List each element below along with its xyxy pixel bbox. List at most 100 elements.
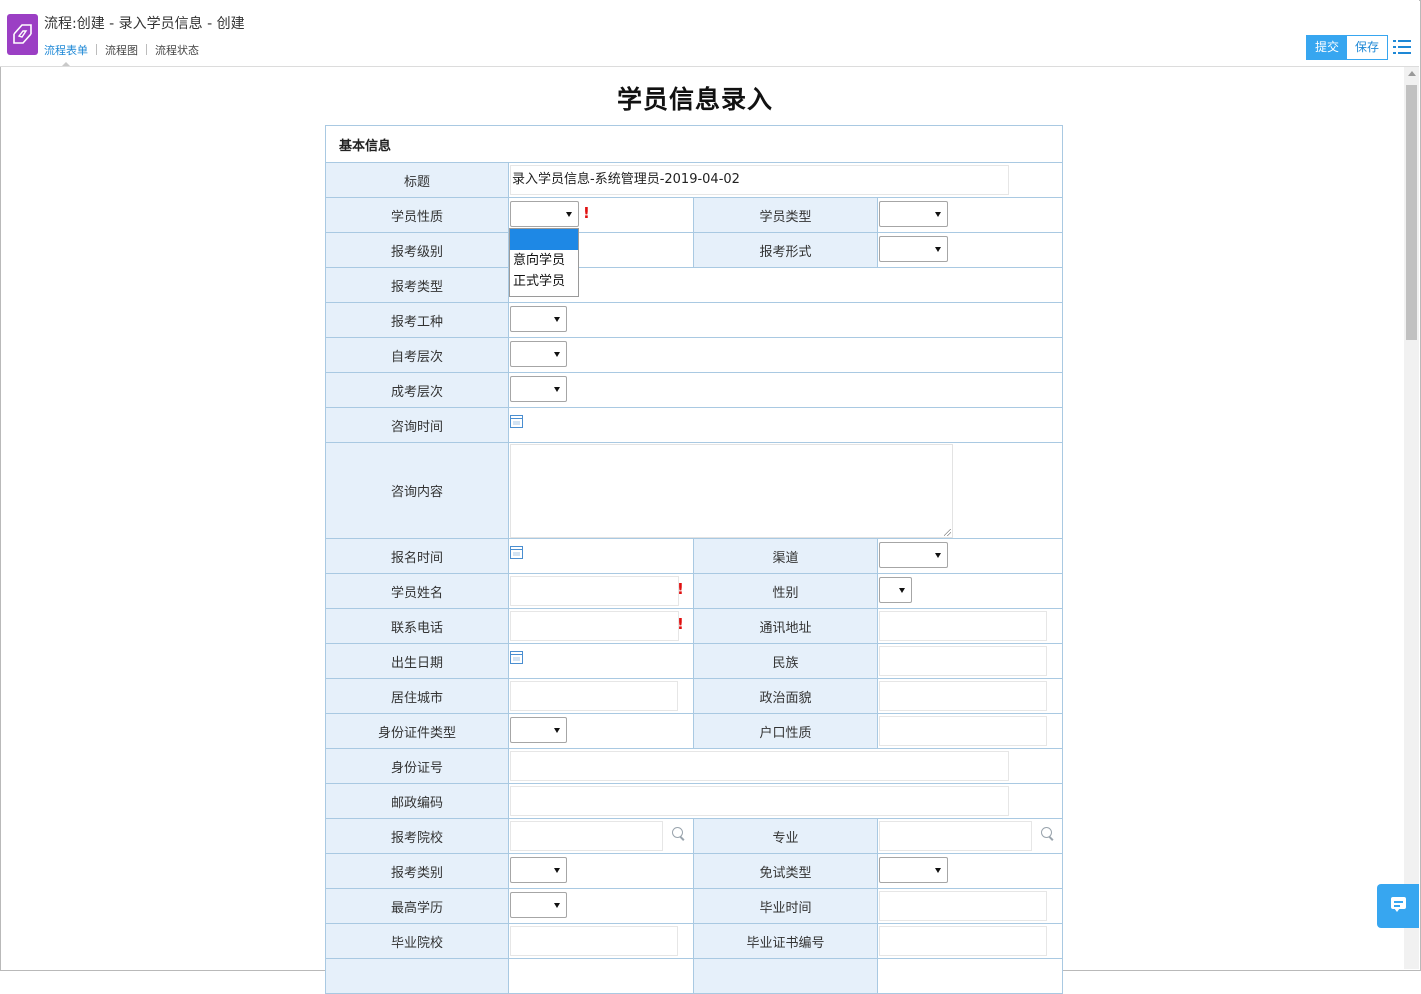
chat-button[interactable] [1377,884,1419,928]
label-household-type: 户口性质 [693,713,878,749]
label-birth-date: 出生日期 [325,643,509,679]
search-icon[interactable] [672,827,683,838]
label-exam-trade: 报考工种 [325,302,509,338]
id-type-select[interactable] [510,717,567,743]
student-nature-dropdown: 意向学员 正式学员 [509,228,579,297]
political-status-input[interactable] [879,681,1047,711]
dropdown-arrow-icon [935,247,941,252]
certificate-no-input[interactable] [879,926,1047,956]
tab-form[interactable]: 流程表单 [44,42,88,66]
tab-divider [96,44,97,55]
app-logo-icon [7,14,38,55]
label-student-type: 学员类型 [693,197,878,233]
city-input[interactable] [510,681,678,711]
dropdown-arrow-icon [935,868,941,873]
required-mark: ! [583,204,590,222]
dropdown-arrow-icon [935,212,941,217]
calendar-icon[interactable] [510,546,523,559]
vertical-scrollbar[interactable] [1404,67,1419,969]
exemption-type-select[interactable] [879,857,948,883]
label-exam-type: 报考类型 [325,267,509,303]
label-graduate-school: 毕业院校 [325,923,509,959]
tab-flowchart[interactable]: 流程图 [105,42,138,58]
label-phone: 联系电话 [325,608,509,644]
exam-trade-select[interactable] [510,306,567,332]
dropdown-arrow-icon [554,387,560,392]
graduation-time-input[interactable] [879,891,1047,921]
exam-school-input[interactable] [510,821,663,851]
menu-list-icon[interactable] [1393,39,1411,55]
title-input[interactable]: 录入学员信息-系统管理员-2019-04-02 [510,165,1009,195]
scroll-thumb[interactable] [1406,85,1417,340]
label-id-type: 身份证件类型 [325,713,509,749]
label-adult-exam-level: 成考层次 [325,372,509,408]
label-highest-education: 最高学历 [325,888,509,924]
major-input[interactable] [879,821,1032,851]
dropdown-arrow-icon [566,212,572,217]
dropdown-arrow-icon [554,352,560,357]
label-student-nature: 学员性质 [325,197,509,233]
label-certificate-no: 毕业证书编号 [693,923,878,959]
dropdown-arrow-icon [554,317,560,322]
tab-bar: 流程表单 流程图 流程状态 [44,42,199,66]
calendar-icon[interactable] [510,651,523,664]
ethnicity-input[interactable] [879,646,1047,676]
action-buttons: 提交 保存 [1306,35,1389,60]
save-button[interactable]: 保存 [1347,36,1388,59]
label-exam-form: 报考形式 [693,232,878,268]
exam-form-select[interactable] [879,236,948,262]
graduate-school-input[interactable] [510,926,678,956]
address-input[interactable] [879,611,1047,641]
section-header: 基本信息 [324,125,1064,163]
label-exam-level: 报考级别 [325,232,509,268]
label-graduation-time: 毕业时间 [693,888,878,924]
student-type-select[interactable] [879,201,948,227]
label-exam-school: 报考院校 [325,818,509,854]
label-channel: 渠道 [693,538,878,574]
id-number-input[interactable] [510,751,1009,781]
window-title: 流程:创建 - 录入学员信息 - 创建 [44,16,245,32]
highest-education-select[interactable] [510,892,567,918]
label-consult-time: 咨询时间 [325,407,509,443]
self-exam-level-select[interactable] [510,341,567,367]
label-city: 居住城市 [325,678,509,714]
exam-category-select[interactable] [510,857,567,883]
label-self-exam-level: 自考层次 [325,337,509,373]
dropdown-arrow-icon [554,728,560,733]
label-gender: 性别 [693,573,878,609]
submit-button[interactable]: 提交 [1307,36,1348,59]
household-type-input[interactable] [879,716,1047,746]
calendar-icon[interactable] [510,415,523,428]
dropdown-arrow-icon [899,588,905,593]
phone-input[interactable] [510,611,679,641]
search-icon[interactable] [1041,827,1052,838]
tab-divider [146,44,147,55]
student-info-form: 基本信息 标题 录入学员信息-系统管理员-2019-04-02 学员性质 ! 学… [324,125,1064,994]
gender-select[interactable] [879,577,912,603]
channel-select[interactable] [879,542,948,568]
scroll-up-icon[interactable] [1408,71,1416,76]
label-student-name: 学员姓名 [325,573,509,609]
label-political-status: 政治面貌 [693,678,878,714]
adult-exam-level-select[interactable] [510,376,567,402]
dropdown-option[interactable] [510,229,578,250]
label-address: 通讯地址 [693,608,878,644]
table-row [325,958,509,994]
student-name-input[interactable] [510,576,679,606]
dropdown-arrow-icon [935,553,941,558]
label-exemption-type: 免试类型 [693,853,878,889]
consult-content-textarea[interactable] [510,444,953,538]
dropdown-option[interactable]: 正式学员 [510,271,578,292]
form-title: 学员信息录入 [616,85,773,114]
chat-icon [1391,897,1406,912]
dropdown-arrow-icon [554,903,560,908]
label-signup-time: 报名时间 [325,538,509,574]
tab-status[interactable]: 流程状态 [155,42,199,58]
postal-code-input[interactable] [510,786,1009,816]
label-exam-category: 报考类别 [325,853,509,889]
label-ethnicity: 民族 [693,643,878,679]
label-consult-content: 咨询内容 [325,442,509,539]
student-nature-select[interactable] [510,201,579,227]
app-header: 流程:创建 - 录入学员信息 - 创建 流程表单 流程图 流程状态 提交 保存 [0,0,1419,67]
dropdown-option[interactable]: 意向学员 [510,250,578,271]
